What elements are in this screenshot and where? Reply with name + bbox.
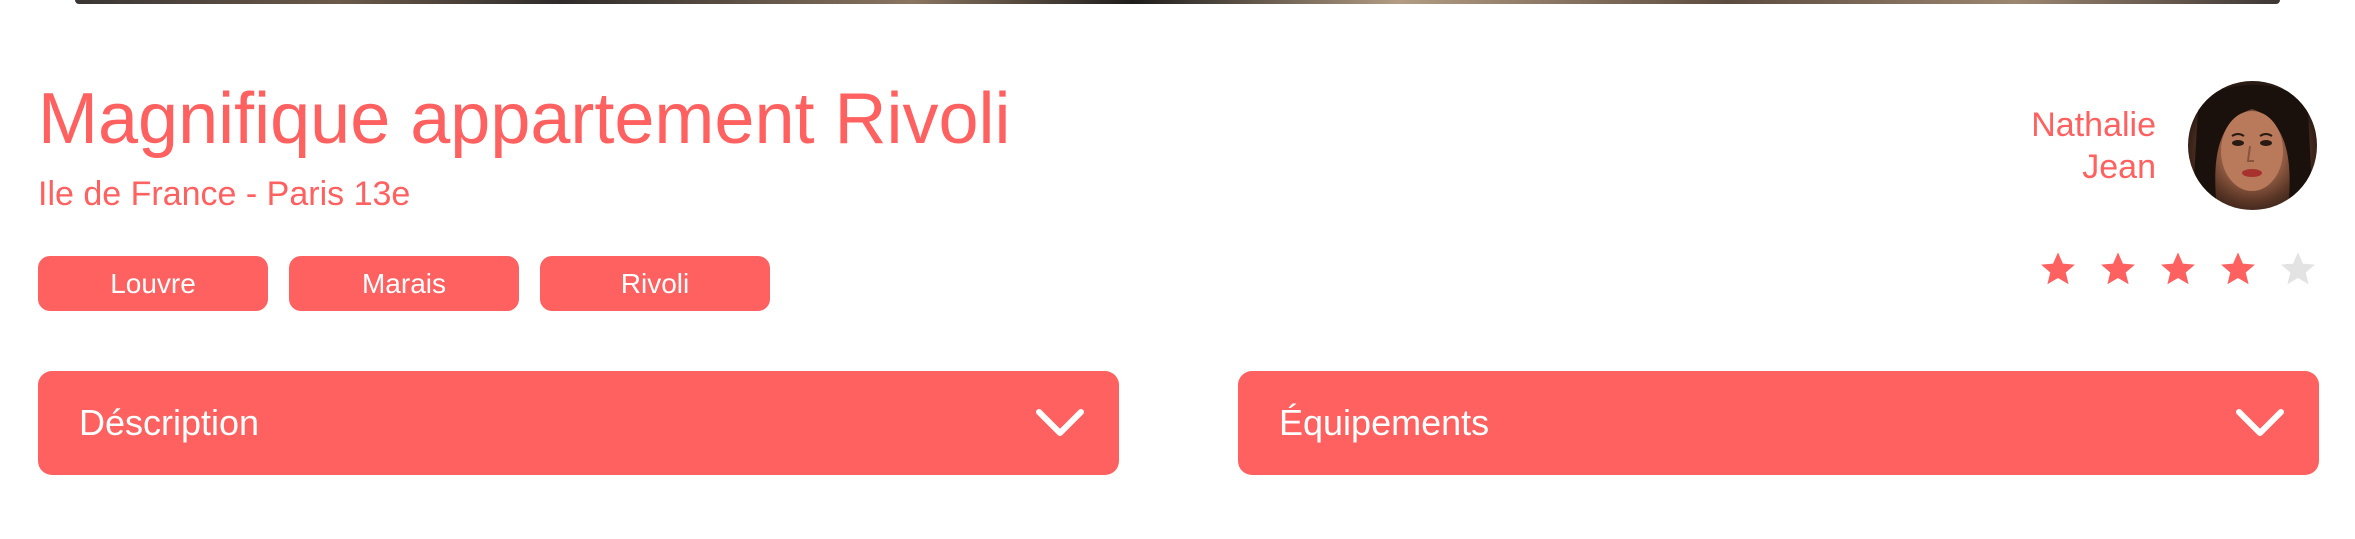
listing-location: Ile de France - Paris 13e [38,175,411,213]
star-icon [2041,252,2075,285]
tag-rivoli[interactable]: Rivoli [540,256,770,311]
star-icon [2161,252,2195,285]
star-icon [2281,252,2315,285]
chevron-down-icon[interactable] [1035,407,1085,439]
star-rating [2039,250,2317,288]
host-first-name: Nathalie [2031,105,2156,144]
description-label: Déscription [79,402,260,443]
banner-image [75,0,2280,4]
star-icon [2101,252,2135,285]
host-name: Nathalie Jean [2031,104,2156,188]
tag-louvre[interactable]: Louvre [38,256,268,311]
equipments-collapse[interactable]: Équipements [1238,371,2319,475]
host-avatar [2188,81,2317,210]
listing-title: Magnifique appartement Rivoli [38,79,1011,159]
listing-page: Magnifique appartement Rivoli Ile de Fra… [0,0,2355,539]
chevron-down-icon[interactable] [2235,407,2285,439]
star-icon [2221,252,2255,285]
host-last-name: Jean [2082,147,2156,186]
tag-list: Louvre Marais Rivoli [38,256,770,311]
description-collapse[interactable]: Déscription [38,371,1119,475]
tag-marais[interactable]: Marais [289,256,519,311]
equipments-label: Équipements [1279,402,1490,443]
host-card: Nathalie Jean [2031,81,2317,210]
